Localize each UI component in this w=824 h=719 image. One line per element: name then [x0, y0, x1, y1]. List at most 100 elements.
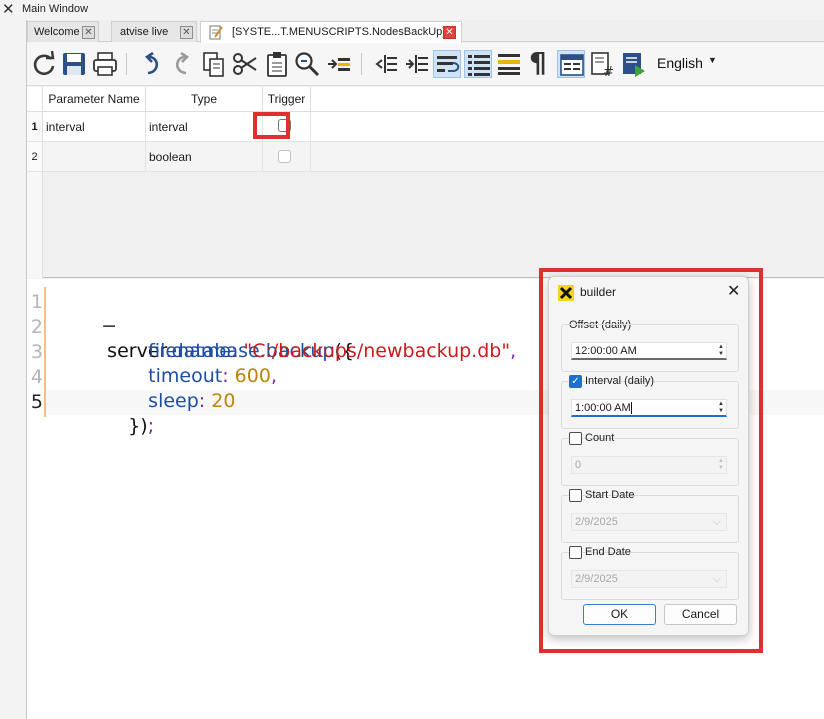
cell-type[interactable]: boolean: [146, 142, 263, 172]
spin-down-icon[interactable]: ▼: [718, 351, 724, 358]
chevron-down-icon[interactable]: ⌵: [713, 571, 721, 587]
builder-dialog: builder ✕ Offset (daily) 12:00:00 AM ▲ ▼ …: [548, 276, 749, 636]
undo-icon[interactable]: [139, 50, 167, 78]
row-filler: [311, 112, 824, 142]
row-filler: [311, 142, 824, 172]
trigger-checkbox[interactable]: [278, 150, 291, 163]
svg-text:#: #: [603, 65, 614, 78]
window-title: Main Window: [22, 3, 89, 15]
cell-parameter-name[interactable]: [43, 142, 146, 172]
code-line-5[interactable]: });: [104, 389, 154, 464]
spin-arrows-icon[interactable]: ▲ ▼: [718, 401, 724, 415]
change-marker: [44, 287, 46, 417]
cell-trigger[interactable]: [263, 142, 311, 172]
code-token: :: [198, 390, 206, 412]
fold-toggle-icon[interactable]: −: [101, 315, 117, 337]
end-date-checkbox[interactable]: [569, 546, 582, 559]
script-document-icon: [209, 25, 223, 40]
line-number: 2: [30, 316, 43, 338]
offset-time-input[interactable]: 12:00:00 AM ▲ ▼: [571, 342, 727, 360]
tab-bar: Welcome ✕ atvise live ✕ [SYSTE...T.MENUS…: [27, 20, 824, 43]
code-token: ,: [270, 365, 277, 387]
indent-icon[interactable]: [325, 50, 353, 78]
redo-icon[interactable]: [167, 50, 195, 78]
count-group: 0 ▲ ▼: [561, 438, 739, 486]
cancel-button[interactable]: Cancel: [664, 604, 737, 625]
interval-value: 1:00:00 AM: [575, 402, 631, 414]
highlight-lines-icon[interactable]: [495, 50, 523, 78]
row-number[interactable]: 1: [27, 112, 43, 142]
line-numbers-icon[interactable]: [464, 50, 492, 78]
refresh-icon[interactable]: [30, 50, 58, 78]
start-date-group: 2/9/2025 ⌵: [561, 495, 739, 543]
print-icon[interactable]: [91, 50, 119, 78]
spin-up-icon[interactable]: ▲: [718, 401, 724, 408]
line-number: 5: [30, 391, 43, 413]
save-icon[interactable]: [60, 50, 88, 78]
code-token: 600: [234, 365, 271, 387]
spin-arrows-icon[interactable]: ▲ ▼: [718, 458, 724, 472]
column-header-parameter-name[interactable]: Parameter Name: [43, 87, 146, 112]
end-date-picker[interactable]: 2/9/2025 ⌵: [571, 570, 727, 588]
paste-icon[interactable]: [263, 50, 291, 78]
outdent-less-icon[interactable]: [372, 50, 400, 78]
app-logo-icon: [558, 285, 574, 301]
tab-label: Welcome: [34, 26, 80, 38]
window-close-icon[interactable]: ✕: [2, 1, 15, 19]
pilcrow-icon[interactable]: ¶: [527, 46, 555, 79]
split-view-icon[interactable]: [557, 50, 585, 78]
interval-label[interactable]: Interval (daily): [585, 375, 654, 387]
word-wrap-icon[interactable]: [433, 50, 461, 78]
tab-welcome[interactable]: Welcome ✕: [27, 21, 99, 42]
outdent-more-icon[interactable]: [403, 50, 431, 78]
chevron-down-icon[interactable]: ▼: [708, 55, 717, 65]
start-date-picker[interactable]: 2/9/2025 ⌵: [571, 513, 727, 531]
dialog-close-icon[interactable]: ✕: [727, 281, 740, 301]
find-replace-icon[interactable]: [293, 50, 321, 78]
row-number[interactable]: 2: [27, 142, 43, 172]
spin-up-icon[interactable]: ▲: [718, 458, 724, 465]
spin-arrows-icon[interactable]: ▲ ▼: [718, 344, 724, 358]
spin-down-icon[interactable]: ▼: [718, 408, 724, 415]
offset-group: 12:00:00 AM ▲ ▼: [561, 324, 739, 372]
pilcrow-glyph: ¶: [529, 46, 547, 79]
tab-nodes-backup[interactable]: [SYSTE...T.MENUSCRIPTS.NodesBackUp] * ✕: [200, 21, 462, 43]
code-token: ,: [510, 340, 517, 362]
count-input[interactable]: 0 ▲ ▼: [571, 456, 727, 474]
cell-type[interactable]: interval: [146, 112, 263, 142]
tab-atvise-live[interactable]: atvise live ✕: [111, 21, 197, 42]
row-header-filler: [27, 172, 43, 278]
tab-close-icon[interactable]: ✕: [82, 26, 95, 39]
toolbar-separator: [126, 53, 127, 75]
start-date-checkbox[interactable]: [569, 489, 582, 502]
ok-button[interactable]: OK: [583, 604, 656, 625]
interval-time-input[interactable]: 1:00:00 AM ▲ ▼: [571, 399, 727, 417]
interval-checkbox[interactable]: ✓: [569, 375, 582, 388]
count-label[interactable]: Count: [585, 432, 614, 444]
trigger-highlight-box: [253, 112, 290, 139]
spin-up-icon[interactable]: ▲: [718, 344, 724, 351]
end-date-value: 2/9/2025: [575, 573, 618, 585]
parameter-table: Parameter Name Type Trigger 1 interval i…: [27, 87, 824, 278]
interval-group: 1:00:00 AM ▲ ▼: [561, 381, 739, 429]
end-date-label[interactable]: End Date: [585, 546, 631, 558]
code-token: ;: [147, 415, 155, 437]
run-script-icon[interactable]: [620, 50, 648, 78]
copy-icon[interactable]: [200, 50, 228, 78]
chevron-down-icon[interactable]: ⌵: [713, 514, 721, 530]
line-number: 1: [30, 291, 43, 313]
start-date-label[interactable]: Start Date: [585, 489, 635, 501]
tab-close-icon[interactable]: ✕: [443, 26, 456, 39]
end-date-group: 2/9/2025 ⌵: [561, 552, 739, 600]
count-value: 0: [575, 459, 582, 471]
language-selector[interactable]: English: [657, 55, 703, 71]
spin-down-icon[interactable]: ▼: [718, 465, 724, 472]
cut-icon[interactable]: [231, 50, 259, 78]
cell-parameter-name[interactable]: interval: [43, 112, 146, 142]
tab-close-icon[interactable]: ✕: [180, 26, 193, 39]
toolbar-separator: [361, 53, 362, 75]
column-header-type[interactable]: Type: [146, 87, 263, 112]
script-hash-icon[interactable]: #: [589, 50, 617, 78]
count-checkbox[interactable]: [569, 432, 582, 445]
column-header-trigger[interactable]: Trigger: [263, 87, 311, 112]
